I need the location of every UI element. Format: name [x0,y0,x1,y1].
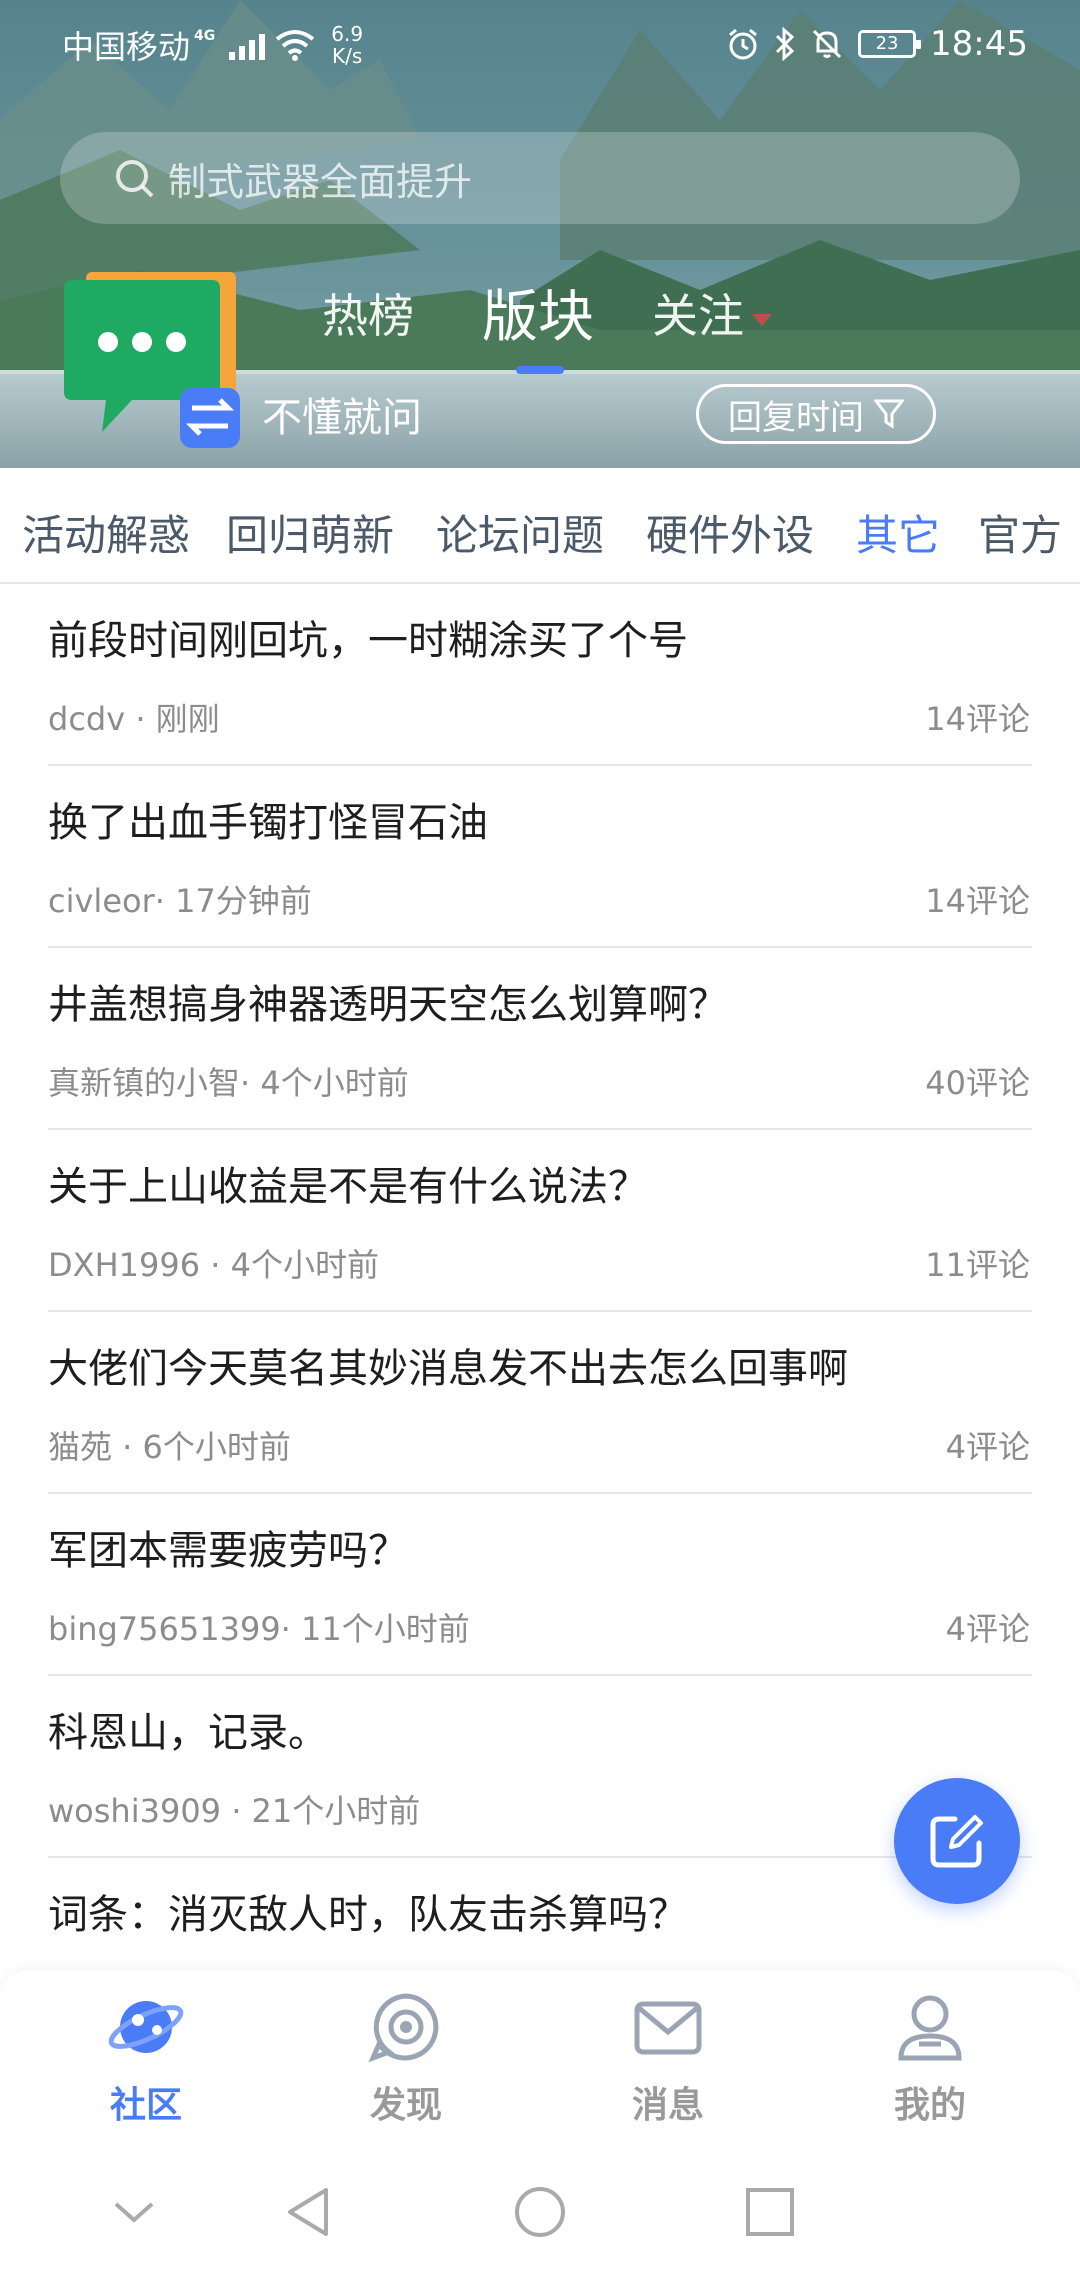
post-meta: civleor· 17分钟前 [48,882,312,920]
message-envelope-icon [634,2001,702,2055]
collapse-chevron-icon[interactable] [106,2184,162,2240]
discover-target-icon [368,1993,439,2063]
post-title: 大佬们今天莫名其妙消息发不出去怎么回事啊 [48,1346,848,1392]
edit-pencil-icon [930,1815,983,1868]
post-item[interactable]: 军团本需要疲劳吗？ bing75651399· 11个小时前 4评论 [48,1494,1032,1676]
network-type: 4G [194,28,216,44]
post-meta: dcdv · 刚刚 [48,700,220,738]
bluetooth-icon [775,27,795,61]
post-title: 军团本需要疲劳吗？ [48,1528,408,1574]
system-navigation-bar [0,2140,1080,2280]
signal-icon [229,30,266,60]
post-title: 词条：消灭敌人时，队友击杀算吗？ [48,1892,688,1938]
nav-community[interactable]: 社区 [66,1986,226,2126]
post-meta: 真新镇的小智· 4个小时前 [48,1064,409,1102]
nav-messages-label: 消息 [631,2085,704,2126]
post-comment-count: 4评论 [945,1428,1030,1466]
tab-follow-label: 关注 [652,289,744,343]
sort-by-reply-time-button[interactable]: 回复时间 [696,384,936,444]
compose-post-button[interactable] [894,1778,1020,1904]
clock: 18:45 [930,24,1028,64]
bottom-navigation: 社区 发现 消息 我的 [0,1970,1080,2130]
board-title[interactable]: 不懂就问 [262,385,422,443]
post-title: 科恩山，记录。 [48,1710,328,1756]
tab-boards[interactable]: 版块 [482,272,594,353]
post-item[interactable]: 大佬们今天莫名其妙消息发不出去怎么回事啊 猫苑 · 6个小时前 4评论 [48,1312,1032,1494]
battery-icon: 23 [858,30,922,58]
dropdown-caret-icon [752,313,772,326]
category-other[interactable]: 其它 [856,502,940,563]
mute-bell-icon [812,29,842,59]
category-forum-issues[interactable]: 论坛问题 [436,502,604,563]
category-official[interactable]: 官方 [978,502,1062,563]
header: 中国移动 4G 6.9 K/s 23 18:45 制式武器全面提升 热榜 版块 … [0,0,1080,468]
recent-apps-square-icon[interactable] [742,2184,798,2240]
post-meta: woshi3909 · 21个小时前 [48,1792,421,1830]
post-comment-count: 14评论 [925,700,1030,738]
post-meta: 猫苑 · 6个小时前 [48,1428,291,1466]
search-bar[interactable]: 制式武器全面提升 [60,132,1020,224]
post-meta: bing75651399· 11个小时前 [48,1610,470,1648]
post-item[interactable]: 关于上山收益是不是有什么说法？ DXH1996 · 4个小时前 11评论 [48,1130,1032,1312]
network-speed-unit: K/s [332,44,363,68]
back-triangle-icon[interactable] [282,2184,338,2240]
post-comment-count: 4评论 [945,1610,1030,1648]
active-tab-indicator [516,366,564,374]
tab-hot[interactable]: 热榜 [322,280,414,346]
network-speed-value: 6.9 [331,22,364,46]
community-planet-icon [108,2001,184,2053]
alarm-icon [729,28,757,60]
sort-label: 回复时间 [728,397,864,438]
post-item[interactable]: 科恩山，记录。 woshi3909 · 21个小时前 [48,1676,1032,1858]
search-icon [116,160,154,198]
category-hardware[interactable]: 硬件外设 [646,502,814,563]
post-item[interactable]: 换了出血手镯打怪冒石油 civleor· 17分钟前 14评论 [48,766,1032,948]
nav-discover[interactable]: 发现 [326,1986,486,2126]
nav-profile-label: 我的 [893,2085,966,2126]
post-meta: DXH1996 · 4个小时前 [48,1246,379,1284]
post-comment-count: 14评论 [925,882,1030,920]
profile-person-icon [898,1995,962,2061]
home-circle-icon[interactable] [512,2184,568,2240]
post-comment-count: 40评论 [925,1064,1030,1102]
post-comment-count: 11评论 [925,1246,1030,1284]
app-logo-icon[interactable] [62,270,242,450]
wifi-icon [276,30,315,61]
nav-profile[interactable]: 我的 [850,1986,1010,2126]
category-activity[interactable]: 活动解惑 [22,502,190,563]
category-tabs: 活动解惑 回归萌新 论坛问题 硬件外设 其它 官方 [0,468,1080,584]
nav-community-label: 社区 [109,2085,182,2126]
nav-discover-label: 发现 [369,2085,442,2126]
post-title: 井盖想搞身神器透明天空怎么划算啊？ [48,982,728,1028]
network-speed: 6.9 K/s [331,23,363,67]
post-item[interactable]: 前段时间刚回坑，一时糊涂买了个号 dcdv · 刚刚 14评论 [48,584,1032,766]
post-item[interactable]: 井盖想搞身神器透明天空怎么划算啊？ 真新镇的小智· 4个小时前 40评论 [48,948,1032,1130]
filter-icon [874,399,904,429]
post-title: 换了出血手镯打怪冒石油 [48,800,488,846]
carrier-name: 中国移动 [62,28,191,66]
nav-messages[interactable]: 消息 [588,1986,748,2126]
category-returning[interactable]: 回归萌新 [226,502,394,563]
search-placeholder: 制式武器全面提升 [168,159,473,204]
post-title: 关于上山收益是不是有什么说法？ [48,1164,648,1210]
tab-follow[interactable]: 关注 [652,280,772,346]
status-bar: 中国移动 4G 6.9 K/s 23 18:45 [0,0,1080,90]
post-title: 前段时间刚回坑，一时糊涂买了个号 [48,618,688,664]
